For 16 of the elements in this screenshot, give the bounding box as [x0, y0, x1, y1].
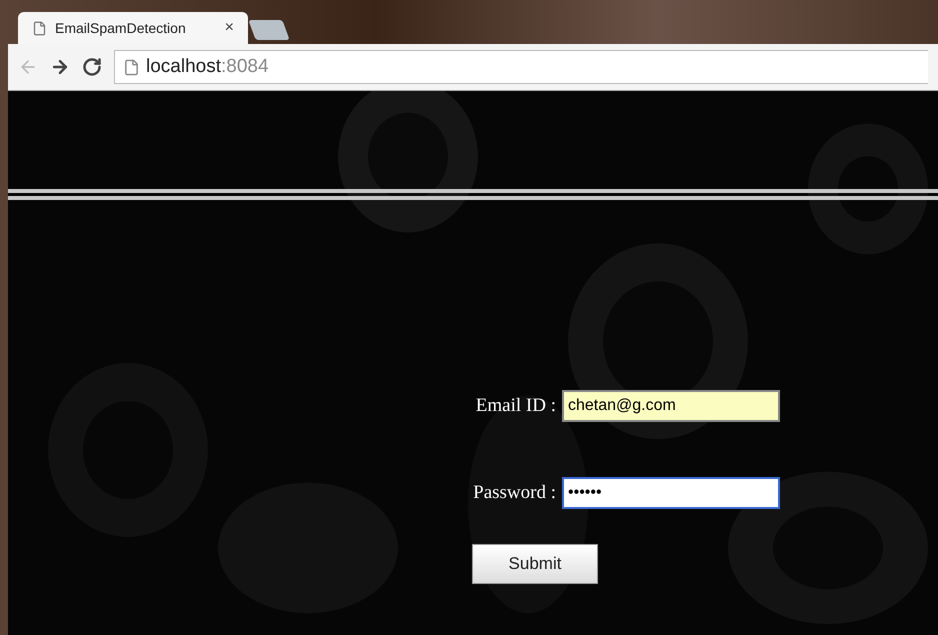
tab-title: EmailSpamDetection [55, 20, 187, 36]
input-field[interactable]: chetan@g.com [562, 390, 780, 422]
reload-icon[interactable] [82, 57, 102, 77]
url-host: localhost [146, 56, 221, 77]
browser-tab[interactable]: EmailSpamDetection × [18, 12, 248, 44]
address-bar[interactable]: localhost:8084 [114, 50, 928, 84]
page-icon [123, 58, 140, 76]
submit-button[interactable]: Submit [472, 544, 598, 584]
url-port: :8084 [221, 56, 269, 77]
field-label: Password : [472, 482, 556, 504]
forward-icon[interactable] [50, 57, 70, 77]
close-tab-button[interactable]: × [224, 19, 234, 37]
new-tab-button[interactable] [248, 20, 290, 40]
input-field[interactable]: •••••• [562, 477, 780, 509]
field-label: Email ID : [474, 395, 556, 417]
page-icon [32, 20, 47, 36]
